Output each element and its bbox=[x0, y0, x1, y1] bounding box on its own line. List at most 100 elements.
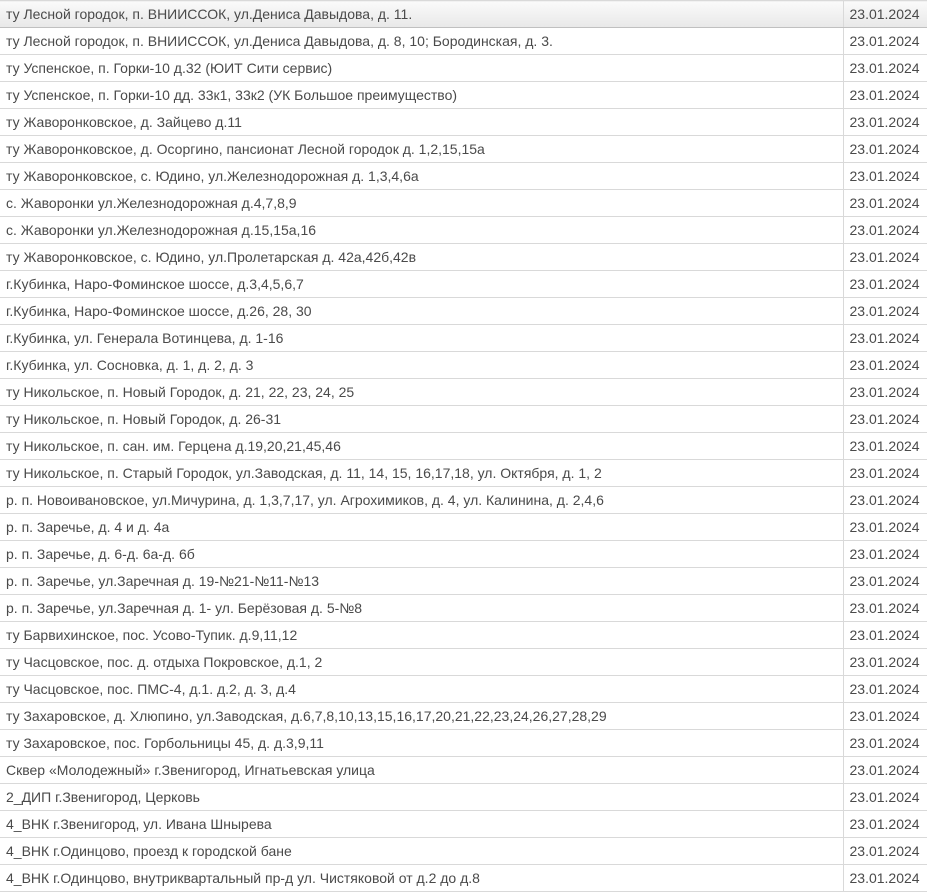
address-cell: р. п. Заречье, ул.Заречная д. 1- ул. Бер… bbox=[0, 595, 843, 622]
table-row: ту Никольское, п. Новый Городок, д. 26-3… bbox=[0, 406, 927, 433]
address-cell: ту Успенское, п. Горки-10 дд. 33к1, 33к2… bbox=[0, 82, 843, 109]
table-row: ту Жаворонковское, с. Юдино, ул.Пролетар… bbox=[0, 244, 927, 271]
address-cell: г.Кубинка, Наро-Фоминское шоссе, д.26, 2… bbox=[0, 298, 843, 325]
date-cell: 23.01.2024 bbox=[843, 649, 927, 676]
date-cell: 23.01.2024 bbox=[843, 865, 927, 892]
table-row: р. п. Заречье, ул.Заречная д. 19-№21-№11… bbox=[0, 568, 927, 595]
date-cell: 23.01.2024 bbox=[843, 487, 927, 514]
address-cell: р. п. Заречье, д. 6-д. 6а-д. 6б bbox=[0, 541, 843, 568]
table-row: ту Барвихинское, пос. Усово-Тупик. д.9,1… bbox=[0, 622, 927, 649]
table-row: ту Никольское, п. Старый Городок, ул.Зав… bbox=[0, 460, 927, 487]
table-row: р. п. Заречье, д. 4 и д. 4а23.01.2024 bbox=[0, 514, 927, 541]
address-cell: ту Захаровское, д. Хлюпино, ул.Заводская… bbox=[0, 703, 843, 730]
address-cell: ту Успенское, п. Горки-10 д.32 (ЮИТ Сити… bbox=[0, 55, 843, 82]
date-cell: 23.01.2024 bbox=[843, 514, 927, 541]
address-cell: ту Никольское, п. Новый Городок, д. 26-3… bbox=[0, 406, 843, 433]
address-cell: ту Лесной городок, п. ВНИИССОК, ул.Денис… bbox=[0, 1, 843, 28]
address-cell: 4_ВНК г.Звенигород, ул. Ивана Шнырева bbox=[0, 811, 843, 838]
address-cell: ту Барвихинское, пос. Усово-Тупик. д.9,1… bbox=[0, 622, 843, 649]
address-cell: ту Никольское, п. сан. им. Герцена д.19,… bbox=[0, 433, 843, 460]
date-cell: 23.01.2024 bbox=[843, 433, 927, 460]
table-row: ту Жаворонковское, д. Зайцево д.1123.01.… bbox=[0, 109, 927, 136]
date-cell: 23.01.2024 bbox=[843, 1, 927, 28]
table-row: ту Жаворонковское, с. Юдино, ул.Железнод… bbox=[0, 163, 927, 190]
address-cell: г.Кубинка, Наро-Фоминское шоссе, д.3,4,5… bbox=[0, 271, 843, 298]
address-cell: ту Захаровское, пос. Горбольницы 45, д. … bbox=[0, 730, 843, 757]
data-table: ту Лесной городок, п. ВНИИССОК, ул.Денис… bbox=[0, 0, 927, 892]
date-cell: 23.01.2024 bbox=[843, 676, 927, 703]
date-cell: 23.01.2024 bbox=[843, 352, 927, 379]
table-row: ту Захаровское, д. Хлюпино, ул.Заводская… bbox=[0, 703, 927, 730]
date-cell: 23.01.2024 bbox=[843, 163, 927, 190]
date-cell: 23.01.2024 bbox=[843, 460, 927, 487]
address-cell: ту Часцовское, пос. ПМС-4, д.1. д.2, д. … bbox=[0, 676, 843, 703]
date-cell: 23.01.2024 bbox=[843, 217, 927, 244]
date-cell: 23.01.2024 bbox=[843, 136, 927, 163]
date-cell: 23.01.2024 bbox=[843, 541, 927, 568]
date-cell: 23.01.2024 bbox=[843, 757, 927, 784]
table-row: ту Никольское, п. сан. им. Герцена д.19,… bbox=[0, 433, 927, 460]
address-cell: ту Лесной городок, п. ВНИИССОК, ул.Денис… bbox=[0, 28, 843, 55]
table-row: 4_ВНК г.Одинцово, внутриквартальный пр-д… bbox=[0, 865, 927, 892]
date-cell: 23.01.2024 bbox=[843, 298, 927, 325]
table-row: ту Жаворонковское, д. Осоргино, пансиона… bbox=[0, 136, 927, 163]
date-cell: 23.01.2024 bbox=[843, 82, 927, 109]
address-cell: ту Жаворонковское, с. Юдино, ул.Железнод… bbox=[0, 163, 843, 190]
address-cell: с. Жаворонки ул.Железнодорожная д.15,15а… bbox=[0, 217, 843, 244]
table-row: ту Лесной городок, п. ВНИИССОК, ул.Денис… bbox=[0, 28, 927, 55]
address-cell: Сквер «Молодежный» г.Звенигород, Игнатье… bbox=[0, 757, 843, 784]
table-row: р. п. Заречье, д. 6-д. 6а-д. 6б23.01.202… bbox=[0, 541, 927, 568]
table-row: р. п. Новоивановское, ул.Мичурина, д. 1,… bbox=[0, 487, 927, 514]
date-cell: 23.01.2024 bbox=[843, 811, 927, 838]
address-cell: ту Жаворонковское, д. Зайцево д.11 bbox=[0, 109, 843, 136]
date-cell: 23.01.2024 bbox=[843, 595, 927, 622]
date-cell: 23.01.2024 bbox=[843, 406, 927, 433]
table-body: ту Лесной городок, п. ВНИИССОК, ул.Денис… bbox=[0, 1, 927, 892]
address-cell: г.Кубинка, ул. Генерала Вотинцева, д. 1-… bbox=[0, 325, 843, 352]
table-row: ту Часцовское, пос. ПМС-4, д.1. д.2, д. … bbox=[0, 676, 927, 703]
date-cell: 23.01.2024 bbox=[843, 730, 927, 757]
address-cell: ту Жаворонковское, д. Осоргино, пансиона… bbox=[0, 136, 843, 163]
address-cell: р. п. Заречье, д. 4 и д. 4а bbox=[0, 514, 843, 541]
address-cell: 4_ВНК г.Одинцово, внутриквартальный пр-д… bbox=[0, 865, 843, 892]
table-row: г.Кубинка, Наро-Фоминское шоссе, д.26, 2… bbox=[0, 298, 927, 325]
table-row: ту Никольское, п. Новый Городок, д. 21, … bbox=[0, 379, 927, 406]
address-cell: ту Жаворонковское, с. Юдино, ул.Пролетар… bbox=[0, 244, 843, 271]
date-cell: 23.01.2024 bbox=[843, 109, 927, 136]
date-cell: 23.01.2024 bbox=[843, 568, 927, 595]
date-cell: 23.01.2024 bbox=[843, 190, 927, 217]
date-cell: 23.01.2024 bbox=[843, 379, 927, 406]
table-row: 4_ВНК г.Одинцово, проезд к городской бан… bbox=[0, 838, 927, 865]
table-row: г.Кубинка, Наро-Фоминское шоссе, д.3,4,5… bbox=[0, 271, 927, 298]
address-cell: г.Кубинка, ул. Сосновка, д. 1, д. 2, д. … bbox=[0, 352, 843, 379]
table-row: г.Кубинка, ул. Генерала Вотинцева, д. 1-… bbox=[0, 325, 927, 352]
address-cell: ту Никольское, п. Старый Городок, ул.Зав… bbox=[0, 460, 843, 487]
address-cell: ту Часцовское, пос. д. отдыха Покровское… bbox=[0, 649, 843, 676]
address-cell: с. Жаворонки ул.Железнодорожная д.4,7,8,… bbox=[0, 190, 843, 217]
date-cell: 23.01.2024 bbox=[843, 55, 927, 82]
table-row: г.Кубинка, ул. Сосновка, д. 1, д. 2, д. … bbox=[0, 352, 927, 379]
table-row: р. п. Заречье, ул.Заречная д. 1- ул. Бер… bbox=[0, 595, 927, 622]
date-cell: 23.01.2024 bbox=[843, 244, 927, 271]
date-cell: 23.01.2024 bbox=[843, 271, 927, 298]
address-cell: р. п. Заречье, ул.Заречная д. 19-№21-№11… bbox=[0, 568, 843, 595]
date-cell: 23.01.2024 bbox=[843, 622, 927, 649]
table-row: Сквер «Молодежный» г.Звенигород, Игнатье… bbox=[0, 757, 927, 784]
table-row: с. Жаворонки ул.Железнодорожная д.4,7,8,… bbox=[0, 190, 927, 217]
date-cell: 23.01.2024 bbox=[843, 784, 927, 811]
table-row: с. Жаворонки ул.Железнодорожная д.15,15а… bbox=[0, 217, 927, 244]
table-row: ту Захаровское, пос. Горбольницы 45, д. … bbox=[0, 730, 927, 757]
address-cell: 4_ВНК г.Одинцово, проезд к городской бан… bbox=[0, 838, 843, 865]
table-row: 2_ДИП г.Звенигород, Церковь23.01.2024 bbox=[0, 784, 927, 811]
date-cell: 23.01.2024 bbox=[843, 28, 927, 55]
table-row: ту Лесной городок, п. ВНИИССОК, ул.Денис… bbox=[0, 1, 927, 28]
address-cell: ту Никольское, п. Новый Городок, д. 21, … bbox=[0, 379, 843, 406]
address-cell: р. п. Новоивановское, ул.Мичурина, д. 1,… bbox=[0, 487, 843, 514]
date-cell: 23.01.2024 bbox=[843, 838, 927, 865]
table-row: 4_ВНК г.Звенигород, ул. Ивана Шнырева23.… bbox=[0, 811, 927, 838]
table-row: ту Успенское, п. Горки-10 дд. 33к1, 33к2… bbox=[0, 82, 927, 109]
table-row: ту Успенское, п. Горки-10 д.32 (ЮИТ Сити… bbox=[0, 55, 927, 82]
date-cell: 23.01.2024 bbox=[843, 703, 927, 730]
date-cell: 23.01.2024 bbox=[843, 325, 927, 352]
address-cell: 2_ДИП г.Звенигород, Церковь bbox=[0, 784, 843, 811]
